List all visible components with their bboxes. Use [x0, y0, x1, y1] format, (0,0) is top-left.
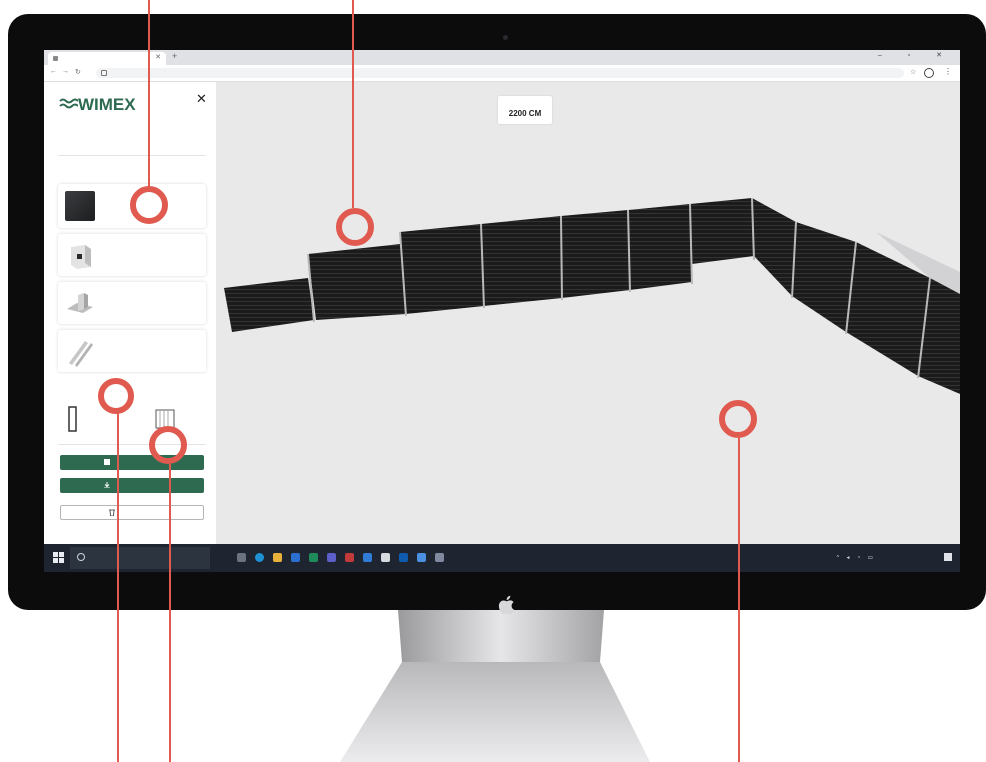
trash-icon — [109, 509, 115, 516]
file-explorer-icon[interactable] — [273, 553, 282, 562]
edge-icon[interactable] — [255, 553, 264, 562]
option-card-rails[interactable] — [58, 330, 206, 372]
fence-width-icon[interactable] — [154, 408, 176, 430]
notification-icon[interactable] — [944, 553, 952, 561]
tray-icons[interactable]: ^ ◂ ◔ ▭ — [837, 555, 876, 561]
taskbar-search-box[interactable] — [70, 547, 210, 569]
forward-icon[interactable]: → — [62, 68, 69, 75]
config-sidebar: WIMEX ✕ — [44, 82, 216, 544]
rails-thumbnail — [69, 341, 93, 367]
star-icon[interactable]: ☆ — [910, 68, 916, 76]
configurator-page: WIMEX ✕ 2200 CM — [44, 82, 960, 544]
save-configuration-button[interactable] — [60, 455, 204, 470]
browser-toolbar: ← → ↻ ☆ ⋮ — [44, 65, 960, 82]
fence-panel — [792, 222, 856, 332]
browser-tab[interactable]: ✕ — [48, 52, 166, 65]
fence-panel — [400, 224, 484, 314]
reload-icon[interactable]: ↻ — [75, 68, 81, 76]
webcam — [503, 35, 508, 40]
download-icon — [104, 482, 110, 488]
address-bar[interactable] — [96, 68, 904, 78]
screen: ✕ + – ▫ ✕ ← → ↻ ☆ ⋮ WIMEX ✕ 2200 CM ^ ◂ … — [44, 50, 960, 572]
post-thumbnail — [71, 245, 91, 269]
lock-icon — [101, 70, 107, 76]
search-icon — [77, 553, 85, 561]
fence-panel — [308, 244, 406, 320]
post-height-icon[interactable] — [66, 406, 80, 432]
fence-segment-back — [224, 198, 754, 332]
divider — [58, 155, 206, 156]
browser-tab-strip: ✕ + – ▫ ✕ — [44, 50, 960, 65]
option-card-post[interactable] — [58, 234, 206, 276]
word-icon[interactable] — [363, 553, 372, 562]
divider — [58, 444, 206, 445]
fence-3d-model — [224, 197, 960, 394]
brand-name: WIMEX — [78, 95, 136, 114]
delete-button[interactable] — [60, 505, 204, 520]
acrobat-icon[interactable] — [345, 553, 354, 562]
apple-logo-icon — [498, 595, 514, 615]
new-tab-button[interactable]: + — [172, 51, 177, 61]
tab-close-icon[interactable]: ✕ — [155, 53, 161, 61]
menu-icon[interactable]: ⋮ — [944, 67, 952, 76]
tab-favicon-icon — [53, 56, 58, 61]
fence-panel — [752, 198, 796, 296]
windows-start-icon[interactable] — [53, 552, 64, 563]
height-selector — [58, 400, 206, 440]
fence-panel — [561, 210, 630, 298]
window-controls[interactable]: – ▫ ✕ — [878, 51, 954, 59]
option-card-post-foot[interactable] — [58, 282, 206, 324]
app-icon[interactable] — [435, 553, 444, 562]
back-icon[interactable]: ← — [50, 68, 57, 75]
fence-panel — [628, 204, 692, 290]
outlook-icon[interactable] — [399, 553, 408, 562]
fence-panel — [690, 198, 754, 264]
mail-icon[interactable] — [291, 553, 300, 562]
close-icon[interactable]: ✕ — [196, 91, 207, 107]
save-icon — [104, 459, 110, 465]
brand-logo: WIMEX — [58, 95, 136, 115]
height-indicator-value: 2200 CM — [508, 109, 542, 118]
download-configuration-button[interactable] — [60, 478, 204, 493]
profile-icon[interactable] — [924, 68, 934, 78]
task-view-icon[interactable] — [237, 553, 246, 562]
slats-thumbnail — [65, 191, 95, 221]
3d-viewport[interactable]: 2200 CM — [216, 82, 960, 544]
excel-icon[interactable] — [309, 553, 318, 562]
teams-icon[interactable] — [327, 553, 336, 562]
option-card-slats[interactable] — [58, 184, 206, 228]
windows-taskbar: ^ ◂ ◔ ▭ — [44, 544, 960, 572]
post-foot-thumbnail — [67, 293, 93, 313]
app-icon[interactable] — [381, 553, 390, 562]
fence-panel — [224, 278, 314, 332]
brand-mark-icon — [59, 98, 78, 109]
fence-panel — [481, 216, 562, 306]
height-indicator: 2200 CM — [498, 96, 552, 124]
app-icon[interactable] — [417, 553, 426, 562]
